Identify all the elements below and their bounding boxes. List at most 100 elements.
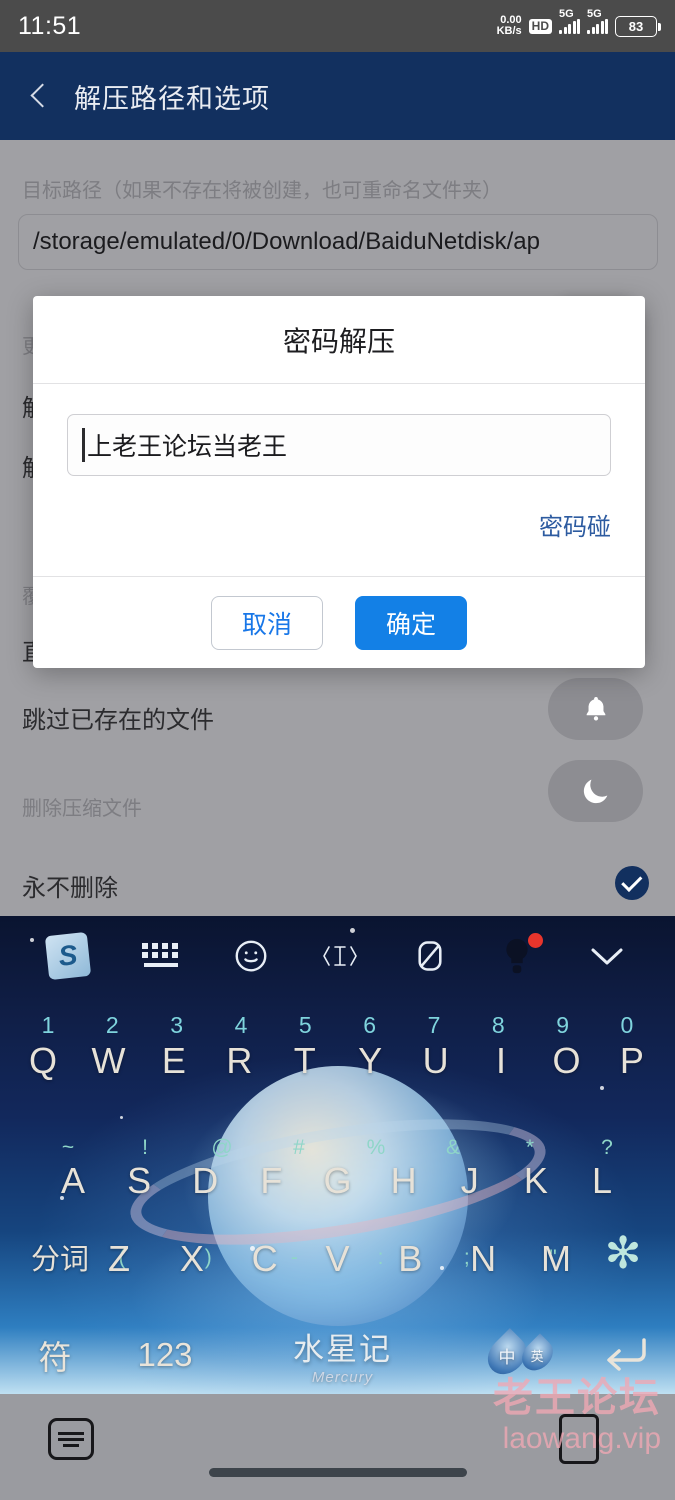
key-w[interactable]: W bbox=[79, 1040, 137, 1082]
key-o[interactable]: O bbox=[538, 1040, 596, 1082]
key-i[interactable]: I bbox=[472, 1040, 530, 1082]
key-z[interactable]: Z bbox=[90, 1238, 148, 1280]
notification-dot bbox=[528, 933, 544, 948]
password-input[interactable]: 上老王论坛当老王 bbox=[67, 414, 611, 476]
sogou-logo-icon[interactable]: S bbox=[45, 931, 92, 981]
key-numeric[interactable]: 123 bbox=[110, 1336, 220, 1374]
bell-icon[interactable] bbox=[548, 678, 643, 740]
key-b[interactable]: B bbox=[381, 1238, 439, 1280]
key-4[interactable]: 4 bbox=[219, 1012, 263, 1039]
moon-glyph bbox=[583, 779, 607, 804]
password-collision-link[interactable]: 密码碰 bbox=[539, 507, 611, 542]
key-symbols[interactable]: 符 bbox=[0, 1331, 110, 1379]
destination-path-input[interactable]: /storage/emulated/0/Download/BaiduNetdis… bbox=[18, 214, 658, 270]
key-sym-amp[interactable]: & bbox=[427, 1136, 479, 1160]
dialog-actions: 取消 确定 bbox=[33, 576, 645, 668]
lang-en-label: 英 bbox=[530, 1348, 544, 1364]
sim1-network-label: 5G bbox=[559, 7, 574, 20]
key-y[interactable]: Y bbox=[341, 1040, 399, 1082]
chevron-down-icon[interactable] bbox=[586, 942, 628, 970]
moon-icon[interactable] bbox=[548, 760, 643, 822]
password-extract-dialog: 密码解压 上老王论坛当老王 密码碰 取消 确定 bbox=[33, 296, 645, 668]
key-h[interactable]: H bbox=[375, 1160, 433, 1202]
key-n[interactable]: N bbox=[454, 1238, 512, 1280]
key-r[interactable]: R bbox=[210, 1040, 268, 1082]
enter-arrow-icon bbox=[607, 1338, 646, 1371]
key-0[interactable]: 0 bbox=[605, 1012, 649, 1039]
key-sym-exclaim[interactable]: ! bbox=[119, 1136, 171, 1160]
keyboard-bottom-row: 符 123 水星记 Mercury 中 英 bbox=[0, 1316, 675, 1394]
page-title: 解压路径和选项 bbox=[74, 83, 270, 114]
key-a[interactable]: A bbox=[44, 1160, 102, 1202]
hd-voice-icon: HD bbox=[528, 18, 552, 34]
keyboard-row-asdf-symbols: ~ ! @ # % & * ? bbox=[0, 1136, 675, 1160]
never-delete-row[interactable]: 永不删除 bbox=[0, 868, 675, 903]
confirm-button[interactable]: 确定 bbox=[355, 595, 468, 650]
key-1[interactable]: 1 bbox=[26, 1012, 70, 1039]
key-f[interactable]: F bbox=[242, 1160, 300, 1202]
chevron-left-icon[interactable] bbox=[26, 83, 52, 109]
key-enter[interactable] bbox=[575, 1332, 675, 1378]
system-nav-bar: 老王论坛 laowang.vip bbox=[0, 1376, 675, 1500]
key-6[interactable]: 6 bbox=[348, 1012, 392, 1039]
never-delete-check-icon[interactable] bbox=[615, 866, 649, 900]
key-3[interactable]: 3 bbox=[155, 1012, 199, 1039]
key-sym-tilde[interactable]: ~ bbox=[42, 1136, 94, 1160]
key-5[interactable]: 5 bbox=[283, 1012, 327, 1039]
key-p[interactable]: P bbox=[603, 1040, 661, 1082]
key-language-toggle[interactable]: 中 英 bbox=[465, 1328, 575, 1382]
key-t[interactable]: T bbox=[276, 1040, 334, 1082]
key-c[interactable]: C bbox=[236, 1238, 294, 1280]
key-space[interactable]: 水星记 Mercury bbox=[220, 1324, 465, 1386]
keyboard-row-asdf: A S D F G H J K L bbox=[0, 1160, 675, 1202]
key-sym-question[interactable]: ? bbox=[581, 1136, 633, 1160]
key-m[interactable]: M bbox=[527, 1238, 585, 1280]
keyboard-row-qwerty: Q W E R T Y U I O P bbox=[0, 1040, 675, 1082]
chevron-down-glyph bbox=[591, 948, 623, 965]
backspace-flower-icon[interactable]: ✻ bbox=[593, 1232, 653, 1276]
key-u[interactable]: U bbox=[407, 1040, 465, 1082]
keyboard-grid-glyph bbox=[141, 943, 178, 967]
clipboard-slash-glyph bbox=[418, 941, 442, 971]
sim1-bars bbox=[559, 18, 580, 34]
key-9[interactable]: 9 bbox=[541, 1012, 585, 1039]
key-e[interactable]: E bbox=[145, 1040, 203, 1082]
cancel-button[interactable]: 取消 bbox=[210, 595, 323, 650]
sim2-bars bbox=[587, 18, 608, 34]
text-cursor-glyph bbox=[323, 946, 358, 966]
key-s[interactable]: S bbox=[110, 1160, 168, 1202]
key-sym-percent[interactable]: % bbox=[350, 1136, 402, 1160]
key-l[interactable]: L bbox=[573, 1160, 631, 1202]
status-bar: 11:51 0.00 KB/s HD 5G 5G 83 bbox=[0, 0, 675, 52]
lang-cn-label: 中 bbox=[498, 1347, 515, 1367]
key-g[interactable]: G bbox=[309, 1160, 367, 1202]
key-j[interactable]: J bbox=[441, 1160, 499, 1202]
sogou-logo-mark: S bbox=[45, 931, 92, 981]
home-indicator[interactable] bbox=[208, 1468, 467, 1477]
key-7[interactable]: 7 bbox=[412, 1012, 456, 1039]
keyboard-number-row: 1 2 3 4 5 6 7 8 9 0 bbox=[0, 1012, 675, 1039]
recents-icon[interactable] bbox=[559, 1414, 599, 1464]
key-sym-hash[interactable]: # bbox=[273, 1136, 325, 1160]
key-sym-at[interactable]: @ bbox=[196, 1136, 248, 1160]
key-q[interactable]: Q bbox=[14, 1040, 72, 1082]
text-cursor-icon[interactable] bbox=[320, 939, 360, 973]
key-x[interactable]: X bbox=[163, 1238, 221, 1280]
key-k[interactable]: K bbox=[507, 1160, 565, 1202]
keyboard-hide-icon[interactable] bbox=[48, 1418, 94, 1460]
key-v[interactable]: V bbox=[308, 1238, 366, 1280]
keyboard-grid-icon[interactable] bbox=[140, 939, 182, 973]
sim2-signal-icon: 5G bbox=[587, 8, 608, 34]
key-sym-star[interactable]: * bbox=[504, 1136, 556, 1160]
key-2[interactable]: 2 bbox=[90, 1012, 134, 1039]
skip-existing-label: 跳过已存在的文件 bbox=[22, 707, 214, 734]
clipboard-slash-icon[interactable] bbox=[411, 937, 449, 975]
star-decoration bbox=[600, 1086, 604, 1090]
key-d[interactable]: D bbox=[176, 1160, 234, 1202]
app-bar: 解压路径和选项 bbox=[0, 52, 675, 140]
keyboard-toolbar: S bbox=[0, 916, 675, 996]
key-8[interactable]: 8 bbox=[476, 1012, 520, 1039]
emoji-icon[interactable] bbox=[232, 937, 270, 975]
status-icons: 0.00 KB/s HD 5G 5G 83 bbox=[497, 8, 661, 37]
lightbulb-icon[interactable] bbox=[499, 933, 544, 976]
